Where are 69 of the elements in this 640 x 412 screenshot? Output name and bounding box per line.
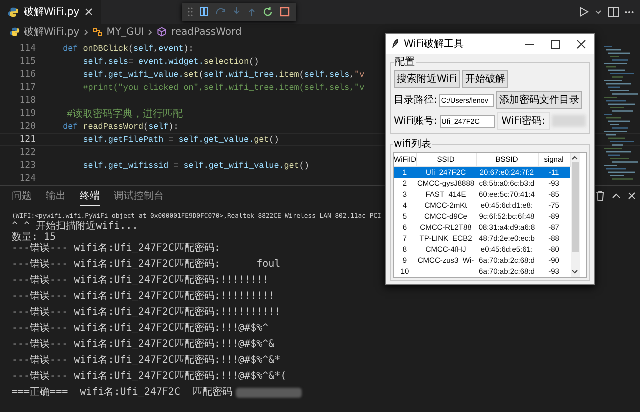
panel-tab[interactable]: 终端 bbox=[80, 186, 100, 206]
terminal-line: ===正确=== wifi名:Ufi_247F2C 匹配密码 bbox=[12, 387, 233, 398]
terminal-line: ^ ^ 开始扫描附近wifi... bbox=[12, 221, 138, 232]
code-line: #读取密码字典，进行匹配 bbox=[66, 108, 184, 120]
terminal-line: ---错误--- wifi名:Ufi_247F2C匹配密码:!!!!!!!!!! bbox=[12, 307, 281, 318]
start-crack-button[interactable]: 开始破解 bbox=[462, 70, 508, 88]
scrollbar[interactable] bbox=[570, 153, 580, 277]
code-line: self.get_wifissid = self.get_wifi_value.get() bbox=[82, 160, 310, 170]
code-line: self.get_wifi_value.set(self.wifi_tree.item(self.sels,"v bbox=[82, 70, 365, 80]
line-number: 124 bbox=[18, 174, 37, 184]
code-line: def onDBClick(self,event): bbox=[62, 44, 194, 54]
run-icon[interactable] bbox=[579, 7, 589, 17]
editor-tab[interactable]: 破解WiFi.py bbox=[0, 0, 101, 24]
code-line: self.getFilePath = self.get_value.get() bbox=[82, 134, 280, 144]
python-file-icon bbox=[10, 27, 20, 37]
breadcrumb-item[interactable]: MY_GUI bbox=[106, 26, 144, 38]
panel-tab[interactable]: 调试控制台 bbox=[114, 186, 164, 206]
line-number: 116 bbox=[18, 70, 37, 80]
terminal-line: ---错误--- wifi名:Ufi_247F2C匹配密码: bbox=[12, 243, 220, 254]
line-number: 118 bbox=[18, 96, 37, 106]
panel-tab[interactable]: 输出 bbox=[46, 186, 66, 206]
line-number: 119 bbox=[18, 108, 37, 118]
close-icon[interactable] bbox=[577, 40, 586, 48]
add-directory-button[interactable]: 添加密码文件目录 bbox=[496, 91, 582, 109]
line-number: 117 bbox=[18, 82, 37, 92]
python-file-icon bbox=[8, 6, 19, 18]
class-icon bbox=[92, 28, 103, 36]
code-line: def readPassWord(self): bbox=[62, 122, 179, 132]
breadcrumb-item[interactable]: 破解WiFi.py bbox=[24, 25, 80, 39]
terminal-line: ---错误--- wifi名:Ufi_247F2C匹配密码:!!!@#$%^ bbox=[12, 323, 269, 334]
terminal-line: ---错误--- wifi名:Ufi_247F2C匹配密码: foul bbox=[12, 259, 281, 270]
group-label: 配置 bbox=[394, 56, 416, 69]
chevron-down-icon[interactable] bbox=[572, 270, 578, 274]
search-wifi-button[interactable]: 搜索附近WiFi bbox=[394, 70, 460, 88]
method-icon bbox=[157, 27, 168, 37]
more-icon[interactable] bbox=[625, 10, 634, 14]
path-label: 目录路径: bbox=[394, 94, 438, 107]
account-label: WiFi账号: bbox=[394, 114, 438, 128]
group-label: wifi列表 bbox=[393, 138, 432, 151]
breadcrumb-item[interactable]: readPassWord bbox=[171, 26, 242, 38]
restart-icon[interactable] bbox=[263, 7, 273, 17]
grip-icon[interactable] bbox=[188, 7, 193, 17]
window-title: WiFi破解工具 bbox=[404, 38, 464, 51]
line-number: 114 bbox=[18, 44, 37, 54]
stop-icon[interactable] bbox=[280, 7, 290, 17]
chevron-right-icon bbox=[84, 28, 89, 36]
code-line: #print("you clicked on",self.wifi_tree.item(self.sels,"v bbox=[82, 82, 365, 92]
panel-tab[interactable]: 问题 bbox=[12, 186, 32, 206]
line-number: 123 bbox=[18, 160, 37, 170]
terminal-line: ---错误--- wifi名:Ufi_247F2C匹配密码:!!!@#$%^&* bbox=[12, 355, 281, 366]
terminal-line: ---错误--- wifi名:Ufi_247F2C匹配密码:!!!@#$%^& bbox=[12, 339, 275, 350]
terminal-line: ---错误--- wifi名:Ufi_247F2C匹配密码:!!!!!!!!! bbox=[12, 291, 275, 302]
line-number: 121 bbox=[18, 134, 37, 144]
terminal-line: ---错误--- wifi名:Ufi_247F2C匹配密码:!!!@#$%^&*( bbox=[12, 371, 287, 382]
chevron-up-icon[interactable] bbox=[572, 156, 578, 160]
line-number: 120 bbox=[18, 122, 37, 132]
terminal-line: 数量: 15 bbox=[12, 232, 56, 243]
feather-icon bbox=[392, 39, 399, 49]
maximize-icon[interactable] bbox=[551, 40, 560, 48]
line-number: 115 bbox=[18, 56, 37, 66]
pause-icon[interactable] bbox=[200, 7, 209, 17]
password-label: WiFi密码: bbox=[496, 112, 550, 130]
split-editor-icon[interactable] bbox=[608, 7, 619, 17]
chevron-right-icon bbox=[148, 28, 154, 36]
code-line: self.sels= event.widget.selection() bbox=[82, 56, 260, 66]
terminal-line: ---错误--- wifi名:Ufi_247F2C匹配密码:!!!!!!!! bbox=[12, 275, 269, 286]
trash-icon[interactable] bbox=[596, 191, 605, 201]
chevron-down-icon[interactable] bbox=[595, 10, 602, 14]
line-number: 122 bbox=[18, 148, 37, 158]
